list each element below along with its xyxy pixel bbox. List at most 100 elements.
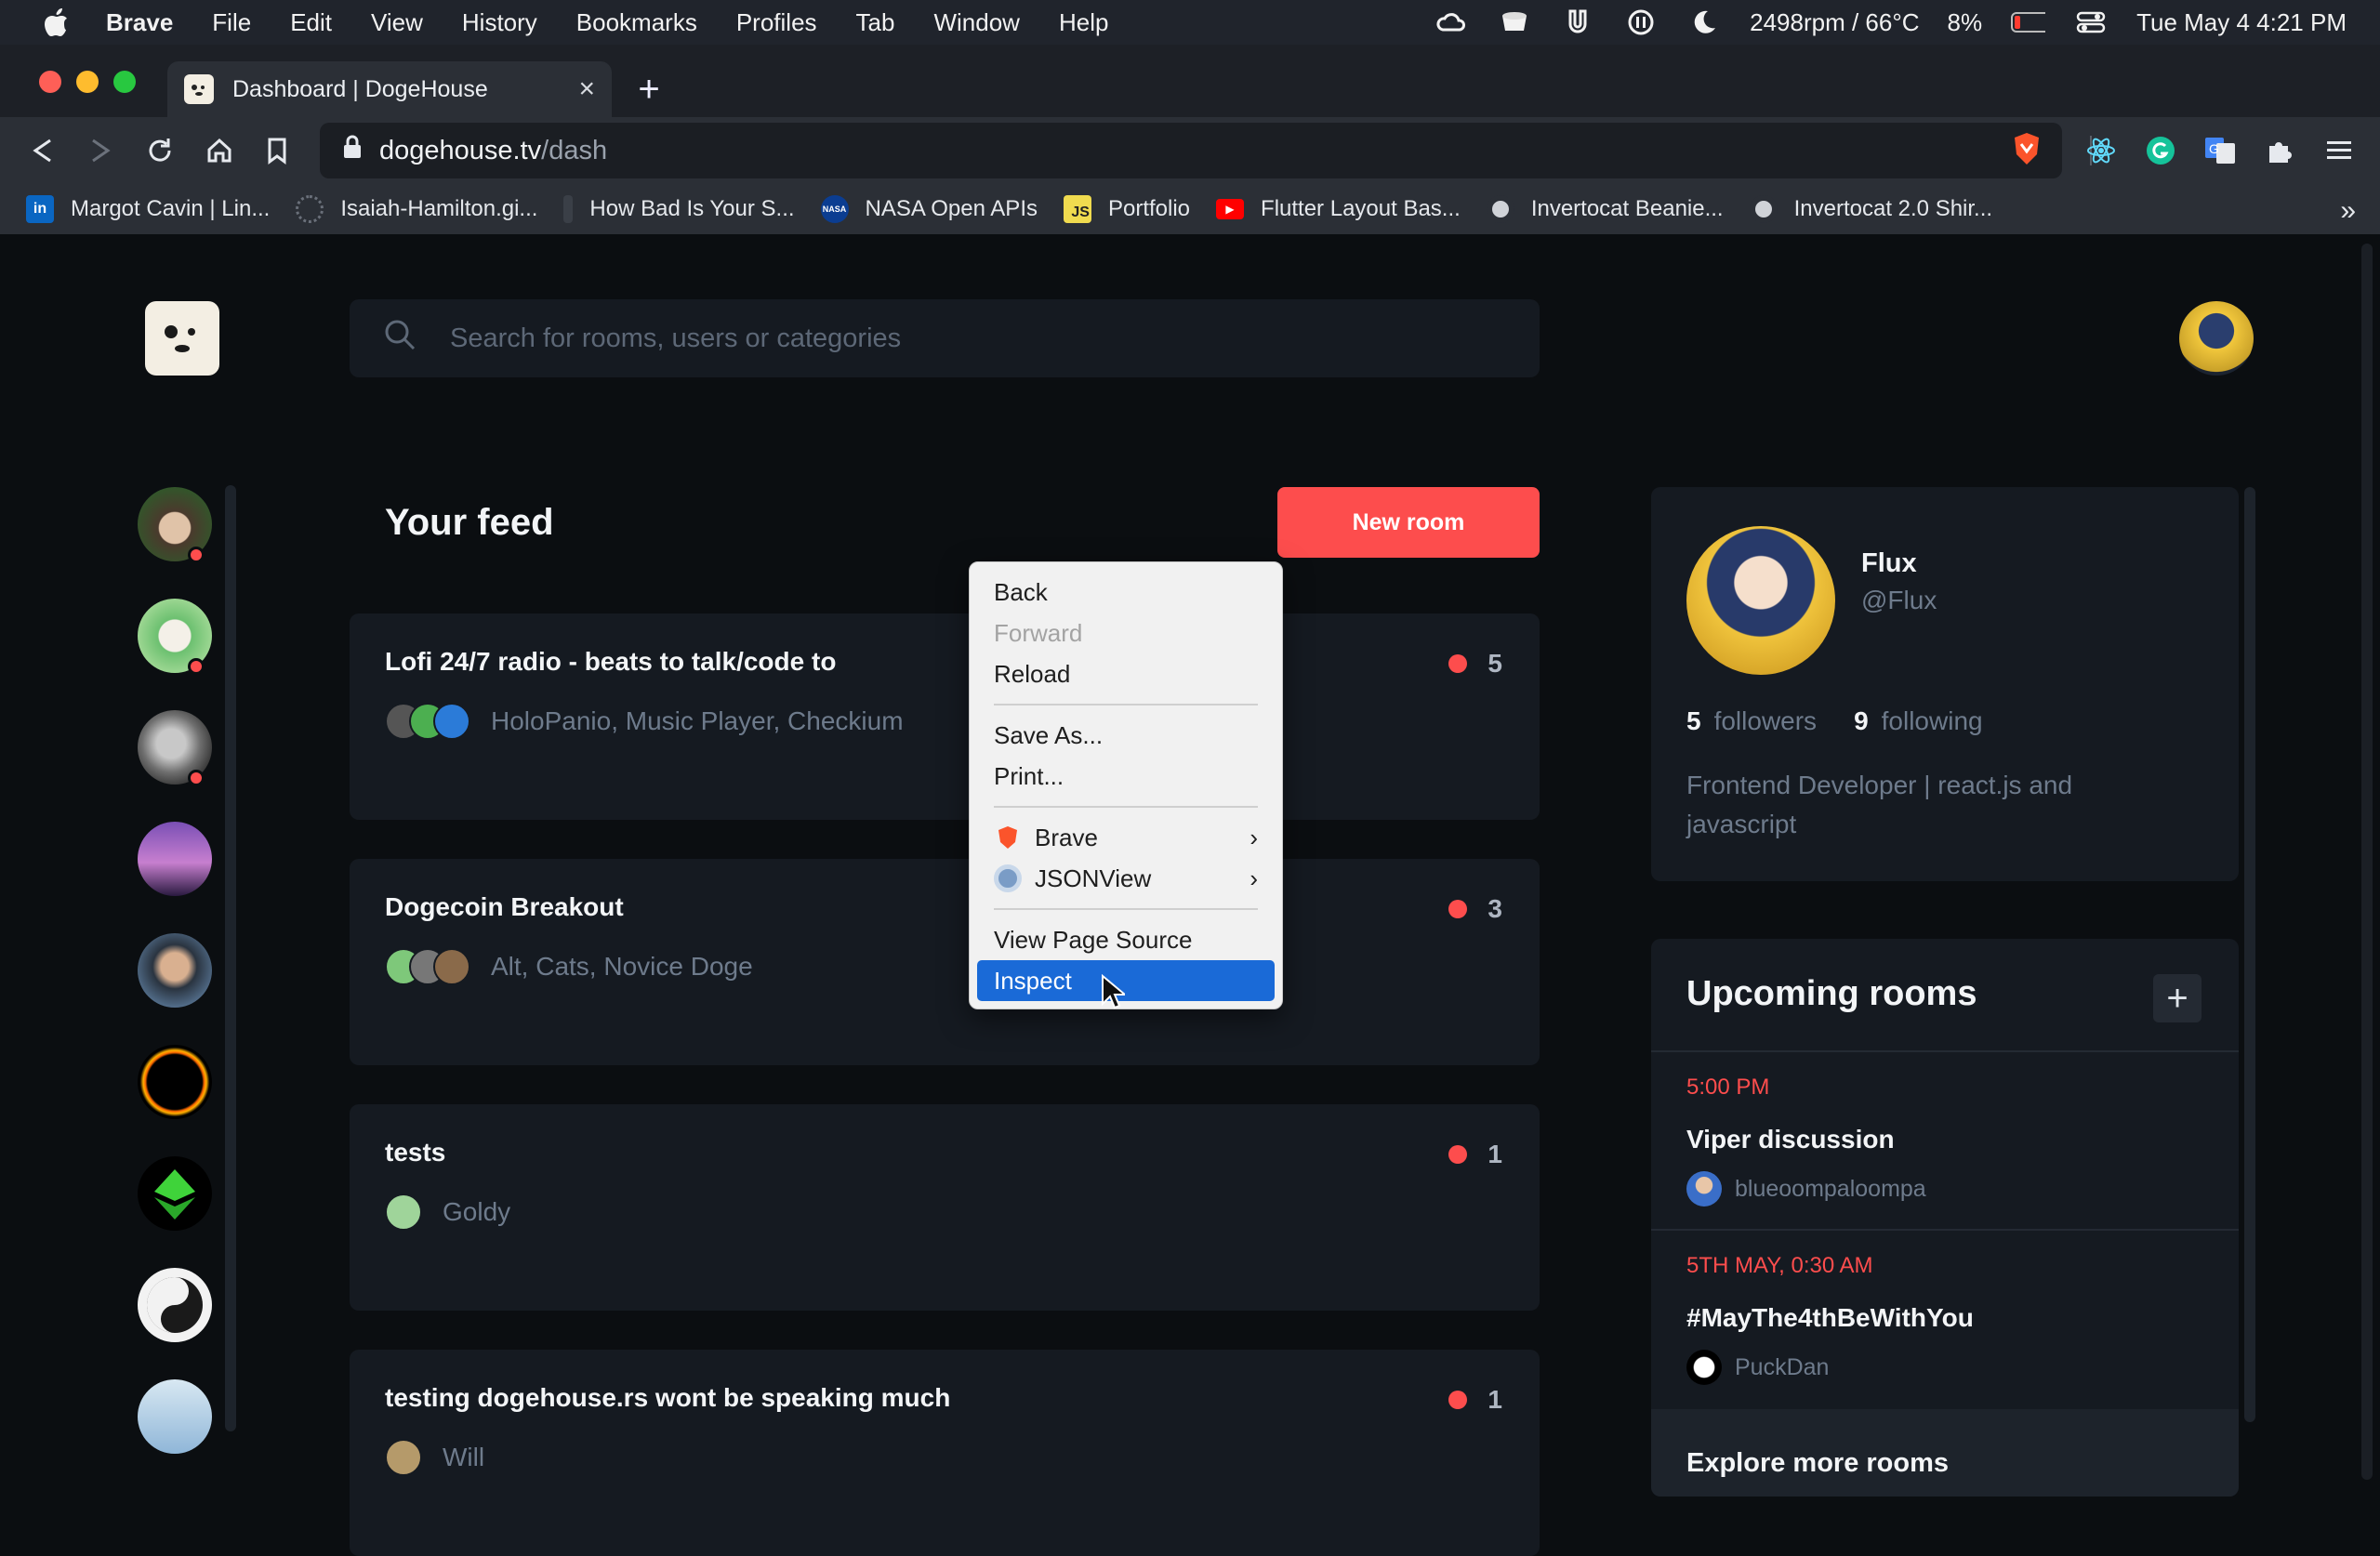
dogehouse-logo[interactable] [145,301,219,376]
bookmarks-bar: in Margot Cavin | Lin... Isaiah-Hamilton.… [0,184,2380,234]
scheduled-room[interactable]: 5:00 PM Viper discussion blueoompaloompa [1651,1050,2239,1229]
room-card[interactable]: testing dogehouse.rs wont be speaking mu… [350,1350,1540,1556]
bookmark-2[interactable]: How Bad Is Your S... [563,195,795,223]
followed-user-avatar[interactable] [138,1045,212,1119]
bookmark-label: How Bad Is Your S... [589,196,795,221]
right-panel-scrollbar[interactable] [2244,487,2255,1422]
room-title: Dogecoin Breakout [385,892,624,921]
menu-help[interactable]: Help [1059,8,1108,37]
ctx-separator [994,704,1258,705]
menu-tab[interactable]: Tab [856,8,895,37]
ctx-reload[interactable]: Reload [970,653,1282,694]
bookmark-5[interactable]: ▶ Flutter Layout Bas... [1216,196,1461,222]
menu-edit[interactable]: Edit [290,8,332,37]
apple-icon[interactable] [37,4,74,41]
bookmarks-overflow-icon[interactable]: » [2340,195,2356,227]
grammarly-icon[interactable] [2140,130,2181,171]
tab-title: Dashboard | DogeHouse [232,75,488,102]
bookmark-button[interactable] [257,130,298,171]
followed-user-avatar[interactable] [138,822,212,896]
scheduled-room[interactable]: 5TH MAY, 0:30 AM #MayThe4thBeWithYou Puc… [1651,1229,2239,1407]
new-room-button[interactable]: New room [1277,487,1540,558]
menu-window[interactable]: Window [933,8,1019,37]
bookmark-7[interactable]: Invertocat 2.0 Shir... [1749,195,1992,223]
translate-icon[interactable]: G [2200,130,2241,171]
menu-icon[interactable] [2319,130,2360,171]
back-button[interactable] [22,130,63,171]
battery-percent: 8% [1947,7,1983,36]
ctx-brave[interactable]: Brave › [970,817,1282,858]
ctx-back[interactable]: Back [970,572,1282,613]
followed-user-avatar[interactable] [138,1268,212,1342]
menu-profiles[interactable]: Profiles [736,8,817,37]
room-speakers: HoloPanio, Music Player, Checkium [385,703,904,740]
control-center-icon[interactable] [2073,8,2109,36]
tab-dashboard[interactable]: Dashboard | DogeHouse × [167,61,612,117]
extensions-icon[interactable] [2259,130,2300,171]
room-card[interactable]: Lofi 24/7 radio - beats to talk/code to … [350,613,1540,820]
minimize-window-button[interactable] [76,71,99,93]
clock[interactable]: Tue May 4 4:21 PM [2136,8,2347,37]
followed-user-avatar[interactable] [138,933,212,1008]
svg-text:G: G [2209,141,2219,156]
magnet-icon[interactable] [1560,8,1595,36]
bookmark-3[interactable]: NASA NASA Open APIs [820,195,1038,223]
count-value: 1 [1488,1140,1502,1168]
live-dot-icon [1448,1145,1468,1164]
room-card[interactable]: tests 1 Goldy [350,1104,1540,1311]
bookmark-0[interactable]: in Margot Cavin | Lin... [26,195,270,223]
explore-more-rooms-link[interactable]: Explore more rooms [1651,1409,2239,1497]
brave-shields-icon[interactable] [2006,128,2047,169]
fan-temp-readout[interactable]: 2498rpm / 66°C [1750,8,1919,37]
react-devtools-icon[interactable] [2081,130,2122,171]
host-name: blueoompaloompa [1735,1175,1926,1202]
ctx-jsonview-label: JSONView [1035,864,1152,892]
bookmark-1[interactable]: Isaiah-Hamilton.gi... [296,195,537,223]
followers-label: followers [1713,706,1818,735]
battery-icon[interactable] [2010,8,2046,36]
search-bar[interactable]: Search for rooms, users or categories [350,299,1540,377]
ctx-print[interactable]: Print... [970,756,1282,797]
count-value: 5 [1488,649,1502,678]
cup-icon[interactable] [1497,8,1532,36]
speaker-names: Alt, Cats, Novice Doge [491,952,753,981]
close-window-button[interactable] [39,71,61,93]
menu-view[interactable]: View [371,8,423,37]
creative-cloud-icon[interactable] [1434,8,1469,36]
reload-button[interactable] [139,130,180,171]
menu-brave[interactable]: Brave [106,8,173,37]
moon-icon[interactable] [1686,8,1722,36]
forward-button[interactable] [80,130,121,171]
new-tab-button[interactable]: + [630,69,668,110]
followed-user-avatar[interactable] [138,1379,212,1454]
doc-icon [563,195,574,223]
followers-link[interactable]: 5 followers [1686,706,1817,736]
followed-user-avatar[interactable] [138,1156,212,1231]
room-card[interactable]: Dogecoin Breakout 3 Alt, Cats, Novice Do… [350,859,1540,1065]
bookmark-4[interactable]: JS Portfolio [1063,195,1190,223]
sidebar-scrollbar[interactable] [225,485,236,1431]
speaker-avatars [385,703,470,740]
page-scrollbar[interactable] [2361,244,2373,1480]
profile-stats: 5 followers 9 following [1686,706,1983,736]
profile-avatar[interactable] [1686,526,1835,675]
ctx-save-as[interactable]: Save As... [970,715,1282,756]
live-indicator [188,770,205,786]
pause-icon[interactable] [1623,8,1659,36]
menu-bookmarks[interactable]: Bookmarks [576,8,697,37]
ctx-inspect[interactable]: Inspect [977,960,1275,1001]
home-button[interactable] [199,130,240,171]
following-link[interactable]: 9 following [1854,706,1983,736]
user-avatar[interactable] [2179,301,2254,376]
menu-file[interactable]: File [212,8,251,37]
close-tab-icon[interactable]: × [578,73,595,105]
add-scheduled-room-button[interactable]: + [2153,974,2202,1022]
ctx-jsonview[interactable]: JSONView › [970,858,1282,899]
zoom-window-button[interactable] [113,71,136,93]
ctx-view-source[interactable]: View Page Source [970,919,1282,960]
github-icon [1749,195,1778,223]
bookmark-6[interactable]: Invertocat Beanie... [1486,195,1724,223]
lock-icon[interactable] [342,134,363,167]
menu-history[interactable]: History [462,8,537,37]
address-bar[interactable]: dogehouse.tv/dash [320,123,2092,178]
